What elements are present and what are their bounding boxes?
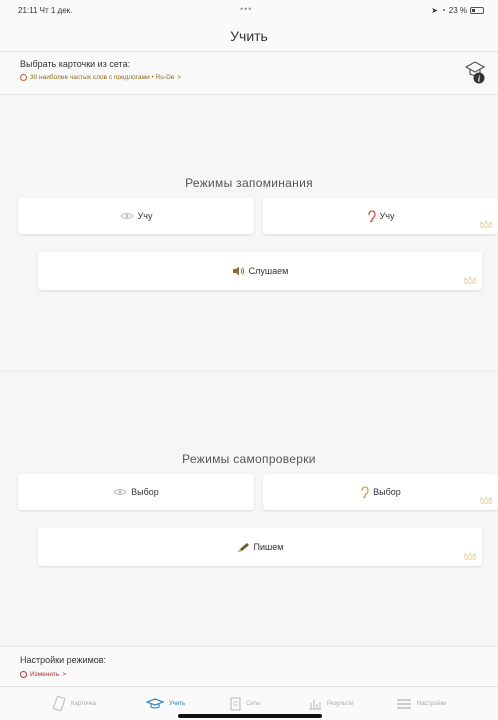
tab-label: Результат (327, 701, 355, 707)
mode-label: Пишем (253, 542, 284, 552)
mode-label: Учу (379, 211, 395, 221)
mode-label: Выбор (131, 487, 159, 497)
mode-settings-title: Настройки режимов: (20, 655, 107, 665)
mode-label: Учу (137, 211, 153, 221)
crown-icon (464, 276, 476, 284)
set-gear-icon (20, 74, 27, 81)
battery-icon (470, 7, 484, 14)
tab-label: Карточка (71, 701, 97, 707)
eye-icon (113, 489, 127, 495)
card-icon (52, 696, 66, 712)
speaker-icon (232, 266, 244, 276)
crown-icon (480, 496, 492, 504)
tab-settings[interactable]: Настройки (396, 687, 446, 720)
status-time-date: 21:11 Чт 1 дек. (18, 6, 73, 15)
wifi-icon: ◔ (440, 6, 446, 15)
settings-gear-icon (20, 671, 27, 678)
status-indicators: ➤ ◔ 23 % (431, 6, 484, 15)
tab-card[interactable]: Карточка (52, 687, 96, 720)
tab-label: Сеты (246, 701, 261, 707)
page-title: Учить (230, 28, 268, 44)
graduation-cap-icon (146, 698, 164, 709)
mode-learn-eye-button[interactable]: Учу (18, 198, 254, 234)
crown-icon (480, 220, 492, 228)
mode-choice-eye-button[interactable]: Выбор (18, 474, 254, 510)
multitask-dots[interactable]: ••• (240, 4, 252, 14)
selftest-section-title: Режимы самопроверки (182, 452, 316, 466)
home-indicator[interactable] (178, 714, 322, 718)
crown-icon (464, 552, 476, 560)
status-bar: 21:11 Чт 1 дек. ••• ➤ ◔ 23 % (0, 0, 498, 22)
current-set-link[interactable]: 30 наиболее частых слов с предлогами • R… (20, 74, 181, 81)
ear-icon (361, 486, 369, 498)
current-set-label: 30 наиболее частых слов с предлогами • R… (30, 74, 175, 81)
mode-listen-button[interactable]: Слушаем (38, 252, 482, 290)
change-link-label: Изменить (30, 671, 60, 678)
memorize-section-title: Режимы запоминания (185, 176, 313, 190)
pencil-icon (237, 542, 249, 552)
selftest-section: Режимы самопроверки Выбор Выбор Пишем (0, 371, 498, 645)
chevron-right-icon: > (177, 74, 182, 81)
navigation-bar: Учить (0, 22, 498, 52)
chevron-right-icon: > (62, 671, 67, 678)
eye-icon (119, 213, 134, 219)
battery-percent: 23 % (448, 6, 467, 15)
tab-label: Настройки (417, 701, 447, 707)
signal-icon: ➤ (431, 6, 438, 15)
ear-icon (367, 210, 376, 222)
change-settings-link[interactable]: Изменить > (20, 671, 66, 678)
mode-label: Выбор (373, 487, 401, 497)
settings-icon (397, 699, 411, 709)
graduation-info-icon[interactable]: i (464, 59, 486, 85)
set-selector-title: Выбрать карточки из сета: (20, 59, 131, 69)
set-selector[interactable]: Выбрать карточки из сета: 30 наиболее ча… (0, 53, 498, 95)
mode-label: Слушаем (248, 266, 289, 276)
results-icon (309, 700, 321, 710)
mode-write-button[interactable]: Пишем (38, 528, 482, 566)
mode-learn-ear-button[interactable]: Учу (263, 198, 498, 234)
mode-choice-ear-button[interactable]: Выбор (263, 474, 498, 510)
memorize-section: Режимы запоминания Учу Учу Слушаем (0, 96, 498, 370)
sets-icon (230, 697, 241, 711)
mode-settings: Настройки режимов: Изменить > (0, 646, 498, 686)
tab-label: Учить (169, 701, 186, 707)
